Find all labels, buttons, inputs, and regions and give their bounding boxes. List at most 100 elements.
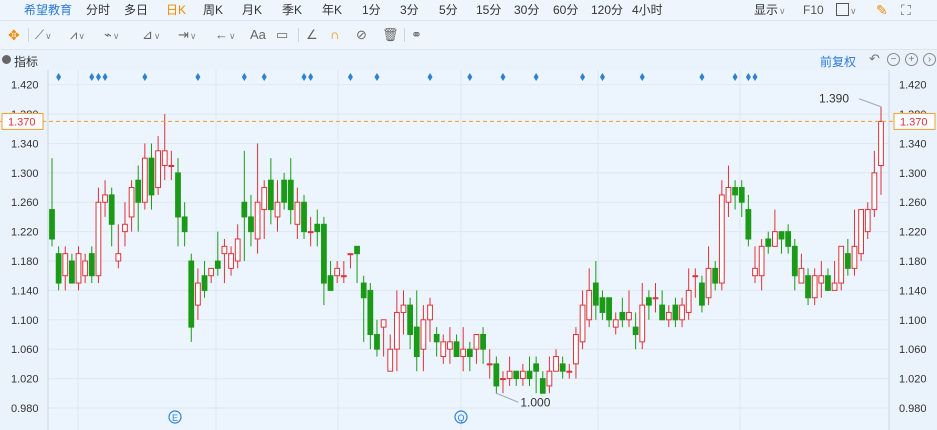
y-tick-label-right: 1.020: [899, 374, 927, 386]
high-annotation: 1.390: [819, 92, 849, 106]
candle-body-down: [201, 275, 208, 291]
candle-body-up: [818, 275, 825, 284]
candle-body-down: [267, 179, 274, 211]
current-price-label-right: 1.370: [900, 116, 928, 128]
candle-body-up: [228, 253, 234, 269]
candle-body-up: [692, 275, 699, 278]
tab-monthly-k[interactable]: 月K: [242, 2, 262, 18]
scroll-right-icon[interactable]: ›: [923, 53, 936, 66]
candle-body-down: [533, 363, 540, 372]
candle-body-up: [168, 165, 175, 168]
y-tick-label-left: 1.140: [11, 285, 39, 297]
eraser-line-icon[interactable]: ∠: [306, 26, 318, 44]
display-dropdown[interactable]: 显示∨: [754, 2, 786, 19]
tab-120min[interactable]: 120分: [591, 2, 623, 18]
candle-body-up: [274, 201, 281, 218]
indicator-toggle-icon[interactable]: [2, 55, 11, 64]
candle-body-up: [334, 267, 341, 277]
trend-line-tool[interactable]: ⟋∨: [35, 26, 52, 45]
candle-body-down: [526, 370, 533, 380]
tab-yearly-k[interactable]: 年K: [322, 2, 342, 18]
candle: [718, 180, 725, 291]
tab-quarterly-k[interactable]: 季K: [282, 2, 302, 18]
low-annotation: 1.000: [520, 395, 550, 409]
candle-body-up: [758, 245, 765, 277]
comment-icon[interactable]: ▭: [276, 26, 288, 44]
y-tick-label-right: 1.180: [899, 256, 927, 268]
candle-body-up: [831, 282, 838, 291]
candle-body-up: [546, 370, 553, 387]
price-adjust-dropdown[interactable]: 前复权: [820, 53, 856, 70]
indicator-label[interactable]: 指标: [14, 53, 38, 70]
y-tick-label-right: 1.300: [899, 168, 927, 180]
toolbar-divider: [298, 28, 299, 42]
candle-body-down: [413, 326, 420, 358]
wave-tool[interactable]: ⌁∨: [104, 26, 119, 45]
candle-body-down: [632, 326, 639, 335]
candle-body-up: [294, 201, 301, 225]
tab-weekly-k[interactable]: 周K: [203, 2, 223, 18]
candle-body-up: [82, 260, 89, 277]
candle-body-down: [287, 179, 294, 211]
candle-body-up: [347, 253, 354, 256]
candle-body-down: [241, 201, 248, 218]
link-icon[interactable]: ⚭: [411, 26, 422, 44]
candle-body-down: [214, 260, 221, 269]
y-tick-label-left: 1.100: [11, 315, 39, 327]
candle: [95, 187, 102, 284]
chevron-down-icon: ∨: [850, 6, 857, 16]
candle-body-up: [102, 194, 108, 203]
square-icon: [836, 3, 849, 16]
zoom-out-icon[interactable]: −: [887, 53, 900, 66]
period-tab-bar: 希望教育 分时 多日 日K 周K 月K 季K 年K 1分 3分 5分 15分 3…: [0, 0, 937, 21]
tab-multi-day[interactable]: 多日: [124, 2, 148, 18]
undo-icon[interactable]: ↶: [869, 52, 880, 65]
tab-1min[interactable]: 1分: [362, 2, 381, 18]
candle-body-up: [447, 341, 453, 350]
fib-tool[interactable]: ⊿∨: [142, 26, 161, 45]
zoom-in-icon[interactable]: +: [905, 53, 918, 66]
candle-body-up: [115, 253, 122, 262]
polyline-tool[interactable]: ⩘∨: [70, 26, 85, 45]
kline-chart[interactable]: 1.3901.000EQ 1.4201.4201.3801.3801.3401.…: [0, 70, 937, 430]
y-tick-label-left: 1.220: [11, 227, 39, 239]
candle-body-down: [407, 304, 414, 335]
magnet-icon[interactable]: ∩: [330, 26, 339, 44]
tab-30min[interactable]: 30分: [514, 2, 539, 18]
candle-body-up: [612, 319, 619, 328]
candle-body-up: [387, 348, 394, 372]
trash-icon[interactable]: 🗑: [382, 26, 399, 44]
tab-5min[interactable]: 5分: [439, 2, 458, 18]
measure-tool[interactable]: ⇥∨: [178, 26, 197, 45]
candle-body-up: [798, 267, 805, 284]
candle-body-up: [718, 194, 725, 284]
y-tick-label-right: 1.100: [899, 315, 927, 327]
tab-daily-k[interactable]: 日K: [166, 2, 186, 18]
tab-4hour[interactable]: 4小时: [632, 2, 663, 18]
candle-body-down: [248, 216, 254, 233]
arrow-tool[interactable]: ←∨: [215, 26, 236, 45]
candle-body-down: [374, 333, 380, 350]
tab-60min[interactable]: 60分: [553, 2, 578, 18]
fullscreen-icon[interactable]: ⛶: [901, 2, 911, 18]
candle-body-down: [805, 275, 811, 299]
crosshair-move-icon[interactable]: ✥: [8, 26, 20, 44]
hide-drawings-icon[interactable]: ⊘: [356, 26, 367, 44]
candle-body-up: [307, 231, 314, 234]
candle-body-up: [261, 187, 268, 211]
pencil-icon[interactable]: ✎: [876, 2, 888, 18]
f10-button[interactable]: F10: [803, 2, 824, 18]
text-tool[interactable]: Aa: [250, 26, 266, 44]
y-tick-label-left: 1.260: [11, 197, 39, 209]
color-picker-button[interactable]: ∨: [836, 2, 857, 19]
tab-15min[interactable]: 15分: [476, 2, 501, 18]
tab-intraday[interactable]: 分时: [86, 2, 110, 18]
candle-body-up: [155, 150, 161, 189]
chevron-down-icon: ∨: [112, 31, 120, 41]
candle-body-up: [725, 187, 732, 203]
tab-3min[interactable]: 3分: [400, 2, 419, 18]
candle-body-down: [188, 260, 195, 328]
candle-body-up: [221, 245, 228, 255]
candle-body-up: [871, 172, 878, 211]
candle-body-down: [49, 209, 55, 240]
